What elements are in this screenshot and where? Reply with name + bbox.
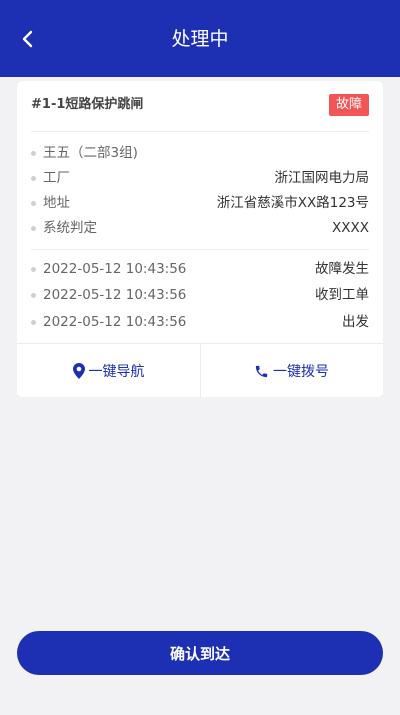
phone-icon <box>255 365 268 377</box>
info-row-address: 地址 浙江省慈溪市XX路123号 <box>31 193 369 213</box>
info-row-judgement: 系统判定 XXXX <box>31 218 369 238</box>
factory-value: 浙江国网电力局 <box>274 170 370 186</box>
timeline-time: 2022-05-12 10:43:56 <box>43 261 187 277</box>
timeline-time: 2022-05-12 10:43:56 <box>43 314 187 330</box>
bullet-dot <box>31 201 36 206</box>
timeline-item: 2022-05-12 10:43:56 收到工单 <box>31 285 369 305</box>
info-row-factory: 工厂 浙江国网电力局 <box>31 168 369 188</box>
work-order-card: #1-1短路保护跳闸 故障 王五（二部3组) 工厂 浙江国网电力局 地址 浙江省… <box>17 81 383 398</box>
bullet-dot <box>31 320 36 325</box>
judgement-label: 系统判定 <box>43 220 97 236</box>
divider <box>31 131 369 132</box>
timeline-item: 2022-05-12 10:43:56 故障发生 <box>31 259 369 279</box>
timeline-time: 2022-05-12 10:43:56 <box>43 287 187 303</box>
navigate-button[interactable]: 一键导航 <box>17 344 201 398</box>
action-bar: 一键导航 一键拨号 <box>17 343 383 398</box>
timeline-event: 收到工单 <box>315 287 369 303</box>
fault-title: #1-1短路保护跳闸 <box>31 97 144 112</box>
factory-label: 工厂 <box>43 170 70 186</box>
navigate-label: 一键导航 <box>88 364 145 380</box>
call-label: 一键拨号 <box>273 364 329 380</box>
divider <box>31 249 369 250</box>
page-title: 处理中 <box>171 28 229 50</box>
confirm-arrival-button[interactable]: 确认到达 <box>17 631 383 675</box>
location-pin-icon <box>72 363 85 379</box>
status-badge: 故障 <box>328 94 369 116</box>
call-button[interactable]: 一键拨号 <box>200 344 383 398</box>
bullet-dot <box>31 267 36 272</box>
header-bar: 处理中 <box>0 0 400 77</box>
address-label: 地址 <box>43 195 70 211</box>
bullet-dot <box>31 226 36 231</box>
judgement-value: XXXX <box>332 220 369 236</box>
info-row-contact: 王五（二部3组) <box>31 143 369 163</box>
bullet-dot <box>31 293 36 298</box>
bullet-dot <box>31 151 36 156</box>
timeline-item: 2022-05-12 10:43:56 出发 <box>31 312 369 332</box>
timeline-event: 出发 <box>342 314 369 330</box>
timeline-event: 故障发生 <box>315 261 369 277</box>
contact-label: 王五（二部3组) <box>43 145 138 161</box>
address-value: 浙江省慈溪市XX路123号 <box>216 195 369 211</box>
bullet-dot <box>31 176 36 181</box>
